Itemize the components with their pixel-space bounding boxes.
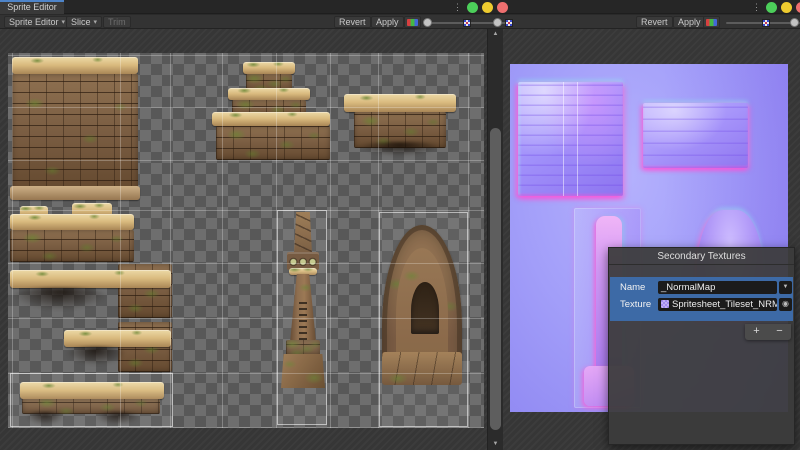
secondary-textures-panel: Secondary Textures Name _NormalMap ▼ Tex…	[608, 247, 795, 445]
slice-grid-line	[8, 160, 484, 161]
mode-dropdown-label: Sprite Editor	[9, 17, 59, 27]
yellow-dot-button[interactable]	[781, 2, 792, 13]
name-field[interactable]: _NormalMap	[658, 281, 777, 294]
alpha-texture-icon	[762, 19, 770, 27]
slice-grid-line	[563, 82, 564, 196]
chevron-down-icon: ▼	[783, 284, 789, 290]
list-footer-buttons: + −	[745, 324, 791, 340]
slice-grid-line	[468, 53, 469, 428]
tab-bar: Sprite Editor ⋮ ⋮	[0, 0, 800, 14]
chevron-down-icon: ▾	[94, 18, 98, 26]
sprite-mid-ledge-cap[interactable]	[64, 330, 171, 347]
slice-dropdown[interactable]: Slice ▾	[66, 16, 102, 28]
red-dot-button[interactable]	[796, 2, 800, 13]
sprite-stepped-wall-cap2[interactable]	[228, 88, 310, 100]
green-dot-button[interactable]	[766, 2, 777, 13]
slice-grid-line	[12, 53, 13, 428]
left-pane-window-controls: ⋮	[453, 1, 508, 13]
add-secondary-texture-button[interactable]: +	[745, 324, 768, 340]
scroll-up-icon[interactable]: ▲	[488, 31, 503, 37]
revert-label: Revert	[641, 17, 668, 27]
sprite-shadow	[66, 347, 126, 365]
sprite-stepped-wall-cap3[interactable]	[212, 112, 330, 126]
sprite-long-ledge-cap[interactable]	[10, 270, 171, 288]
sprite-brick-band[interactable]	[10, 230, 134, 262]
sprite-rect-outline-arch	[379, 212, 468, 427]
right-pane-window-controls: ⋮	[752, 1, 800, 13]
slice-grid-line	[577, 82, 578, 196]
sprite-editor-window: Sprite Editor ⋮ ⋮ Sprite Editor ▾ Slice …	[0, 0, 800, 450]
normal-map-pane: Secondary Textures Name _NormalMap ▼ Tex…	[503, 29, 800, 450]
slice-grid-line	[8, 55, 484, 56]
slice-dropdown-label: Slice	[71, 17, 91, 27]
sprite-canvas[interactable]	[8, 53, 484, 428]
apply-button-left[interactable]: Apply	[371, 16, 404, 28]
sprite-shadow	[12, 288, 108, 310]
slider-handle[interactable]	[493, 18, 502, 27]
slice-grid-line	[8, 107, 484, 108]
green-dot-button[interactable]	[467, 2, 478, 13]
name-dropdown-button[interactable]: ▼	[779, 281, 792, 294]
rgb-channel-swatch-button[interactable]	[703, 16, 720, 28]
revert-button-left[interactable]: Revert	[334, 16, 371, 28]
slice-grid-line	[170, 53, 171, 428]
name-row: Name _NormalMap ▼	[610, 281, 793, 294]
object-picker-icon: ◉	[782, 299, 789, 308]
sprite-rect-outline-platform	[10, 373, 173, 427]
revert-label: Revert	[339, 17, 366, 27]
apply-button-right[interactable]: Apply	[673, 16, 706, 28]
toolbar: Sprite Editor ▾ Slice ▾ Trim Revert Appl…	[0, 15, 800, 29]
red-dot-button[interactable]	[497, 2, 508, 13]
sprite-sheet-pane	[0, 29, 487, 450]
panel-title: Secondary Textures	[609, 248, 794, 265]
vertical-scrollbar[interactable]: ▲ ▼	[487, 29, 503, 450]
rgb-gradient-icon	[706, 19, 717, 26]
slice-grid-line	[222, 53, 223, 428]
pane-menu-icon[interactable]: ⋮	[453, 1, 462, 13]
trim-button-label: Trim	[108, 17, 126, 27]
object-picker-button[interactable]: ◉	[779, 298, 792, 311]
apply-label: Apply	[678, 17, 701, 27]
sprite-editor-mode-dropdown[interactable]: Sprite Editor ▾	[4, 16, 70, 28]
slice-grid-line	[8, 427, 484, 428]
selected-secondary-texture-entry[interactable]: Name _NormalMap ▼ Texture Spritesheet_Ti…	[610, 277, 793, 321]
pane-menu-icon[interactable]: ⋮	[752, 1, 761, 13]
tab-label: Sprite Editor	[7, 2, 57, 12]
texture-value: Spritesheet_Tileset_NRM	[672, 299, 777, 310]
slider-handle[interactable]	[790, 18, 799, 27]
texture-row: Texture Spritesheet_Tileset_NRM ◉	[610, 298, 793, 311]
name-label: Name	[620, 281, 645, 294]
sprite-rect-outline-pillar	[277, 210, 327, 425]
slice-grid-line	[8, 210, 484, 211]
tab-sprite-editor[interactable]: Sprite Editor	[0, 0, 64, 14]
slice-grid-line	[120, 53, 121, 428]
chevron-down-icon: ▾	[62, 18, 66, 26]
slice-grid-line	[330, 53, 331, 428]
texture-label: Texture	[620, 298, 651, 311]
scroll-down-icon[interactable]: ▼	[488, 441, 503, 447]
normalmap-ledge-tile	[643, 103, 748, 168]
revert-button-right[interactable]: Revert	[636, 16, 673, 28]
texture-object-field[interactable]: Spritesheet_Tileset_NRM	[658, 298, 777, 311]
yellow-dot-button[interactable]	[482, 2, 493, 13]
apply-label: Apply	[376, 17, 399, 27]
alpha-texture-icon	[463, 19, 471, 27]
remove-secondary-texture-button[interactable]: −	[768, 324, 791, 340]
sprite-brick-band-cap[interactable]	[10, 214, 134, 230]
normalmap-wall-tile	[518, 82, 623, 196]
scrollbar-thumb[interactable]	[490, 128, 501, 430]
rgb-channel-swatch-button[interactable]	[404, 16, 421, 28]
sprite-stepped-wall-cap1[interactable]	[243, 62, 295, 74]
sprite-stepped-wall-tier3[interactable]	[216, 126, 330, 160]
texture-thumbnail-icon	[661, 300, 669, 308]
trim-button[interactable]: Trim	[103, 16, 131, 28]
rgb-gradient-icon	[407, 19, 418, 26]
sprite-shadow	[360, 142, 440, 156]
alpha-texture-icon	[505, 19, 513, 27]
sprite-platform-block-cap[interactable]	[344, 94, 456, 112]
slider-handle[interactable]	[423, 18, 432, 27]
